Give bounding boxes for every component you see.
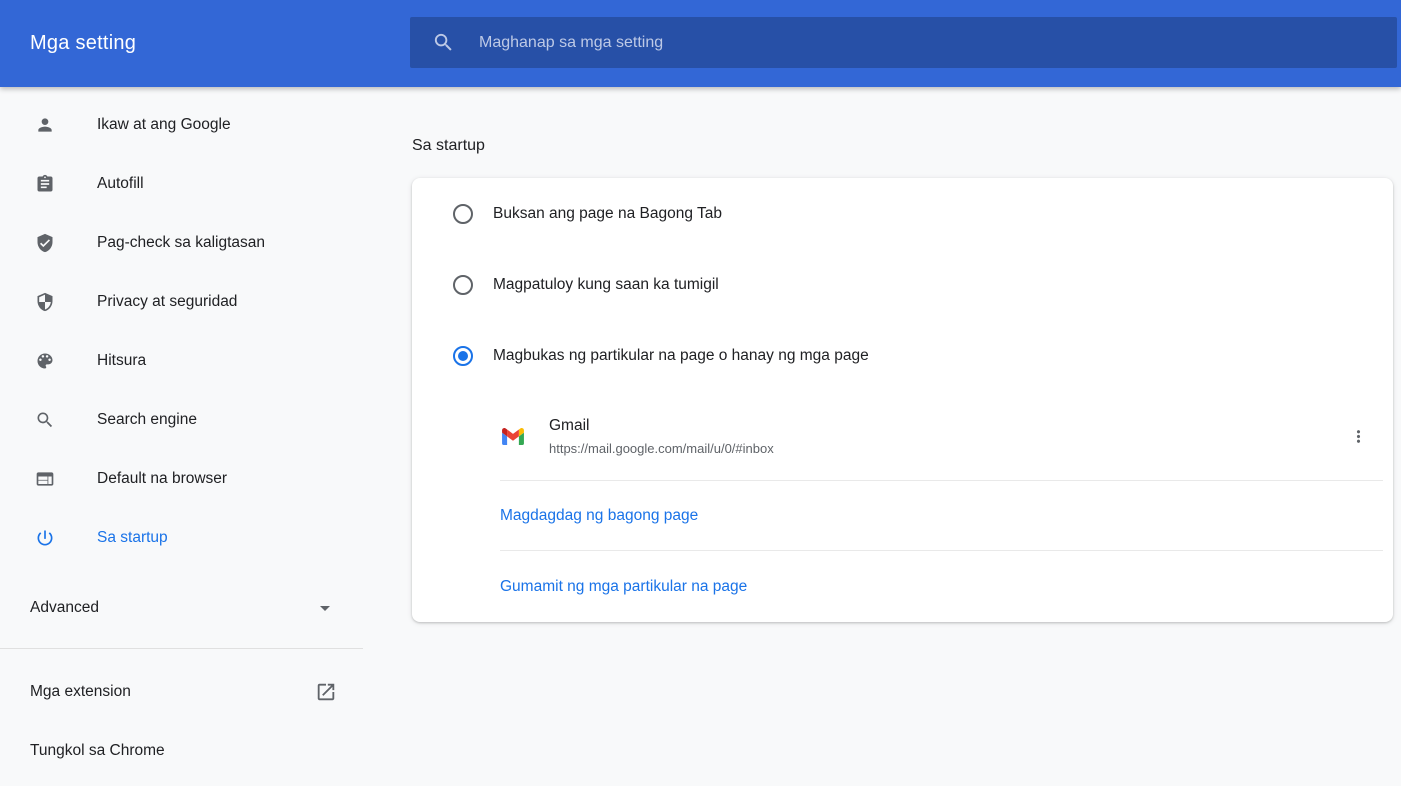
extensions-label: Mga extension	[30, 683, 131, 701]
startup-page-row-gmail: Gmail https://mail.google.com/mail/u/0/#…	[412, 391, 1393, 481]
use-current-pages-link[interactable]: Gumamit ng mga partikular na page	[500, 578, 747, 596]
settings-search-field[interactable]	[410, 17, 1397, 68]
sidebar-item-autofill[interactable]: Autofill	[0, 154, 363, 213]
sidebar-item-safety-check[interactable]: Pag-check sa kaligtasan	[0, 213, 363, 272]
startup-page-name: Gmail	[549, 417, 774, 435]
option-label: Magpatuloy kung saan ka tumigil	[493, 276, 719, 294]
search-input[interactable]	[479, 17, 1397, 68]
option-label: Magbukas ng partikular na page o hanay n…	[493, 347, 869, 365]
sidebar-divider	[0, 648, 363, 649]
page-options-menu-button[interactable]	[1338, 416, 1378, 456]
arrow-drop-down-icon	[313, 596, 337, 620]
sidebar-item-label: Privacy at seguridad	[97, 293, 237, 311]
more-vert-icon	[1349, 427, 1368, 446]
settings-toolbar: Mga setting	[0, 0, 1401, 87]
option-continue-where-left-off[interactable]: Magpatuloy kung saan ka tumigil	[412, 249, 1393, 320]
sidebar-item-on-startup[interactable]: Sa startup	[0, 508, 363, 567]
option-open-specific-pages[interactable]: Magbukas ng partikular na page o hanay n…	[412, 320, 1393, 391]
privacy-shield-icon	[35, 292, 55, 312]
sidebar-item-label: Default na browser	[97, 470, 227, 488]
search-icon	[35, 410, 55, 430]
settings-sidebar: Ikaw at ang Google Autofill Pag-check sa…	[0, 87, 363, 780]
option-label: Buksan ang page na Bagong Tab	[493, 205, 722, 223]
advanced-label: Advanced	[30, 599, 99, 617]
person-icon	[35, 115, 55, 135]
power-icon	[35, 528, 55, 548]
sidebar-item-label: Hitsura	[97, 352, 146, 370]
sidebar-item-label: Pag-check sa kaligtasan	[97, 234, 265, 252]
sidebar-item-about-chrome[interactable]: Tungkol sa Chrome	[0, 721, 363, 780]
startup-page-url: https://mail.google.com/mail/u/0/#inbox	[549, 441, 774, 456]
page-title: Mga setting	[30, 0, 136, 87]
section-title: Sa startup	[412, 137, 485, 155]
radio-unselected[interactable]	[453, 275, 473, 295]
on-startup-card: Buksan ang page na Bagong Tab Magpatuloy…	[412, 178, 1393, 622]
sidebar-item-label: Autofill	[97, 175, 144, 193]
sidebar-advanced-toggle[interactable]: Advanced	[0, 578, 363, 637]
sidebar-item-label: Search engine	[97, 411, 197, 429]
sidebar-item-default-browser[interactable]: Default na browser	[0, 449, 363, 508]
palette-icon	[35, 351, 55, 371]
startup-page-info: Gmail https://mail.google.com/mail/u/0/#…	[549, 417, 774, 456]
sidebar-footer: Mga extension Tungkol sa Chrome	[0, 662, 363, 780]
chrome-settings-page: Mga setting Ikaw at ang Google Autofill	[0, 0, 1401, 786]
open-in-new-icon	[315, 681, 337, 703]
autofill-icon	[35, 174, 55, 194]
radio-selected[interactable]	[453, 346, 473, 366]
add-new-page-link[interactable]: Magdagdag ng bagong page	[500, 507, 698, 525]
option-open-new-tab[interactable]: Buksan ang page na Bagong Tab	[412, 178, 1393, 249]
about-chrome-label: Tungkol sa Chrome	[30, 742, 165, 760]
sidebar-item-label: Ikaw at ang Google	[97, 116, 231, 134]
gmail-icon	[502, 428, 524, 445]
radio-unselected[interactable]	[453, 204, 473, 224]
search-icon	[432, 31, 455, 54]
use-current-pages-row[interactable]: Gumamit ng mga partikular na page	[412, 551, 1393, 622]
sidebar-item-search-engine[interactable]: Search engine	[0, 390, 363, 449]
sidebar-item-you-and-google[interactable]: Ikaw at ang Google	[0, 95, 363, 154]
add-new-page-row[interactable]: Magdagdag ng bagong page	[412, 481, 1393, 551]
browser-window-icon	[35, 469, 55, 489]
sidebar-item-privacy-security[interactable]: Privacy at seguridad	[0, 272, 363, 331]
sidebar-item-appearance[interactable]: Hitsura	[0, 331, 363, 390]
sidebar-item-label: Sa startup	[97, 529, 168, 547]
safety-check-shield-icon	[35, 233, 55, 253]
sidebar-item-extensions[interactable]: Mga extension	[0, 662, 363, 721]
